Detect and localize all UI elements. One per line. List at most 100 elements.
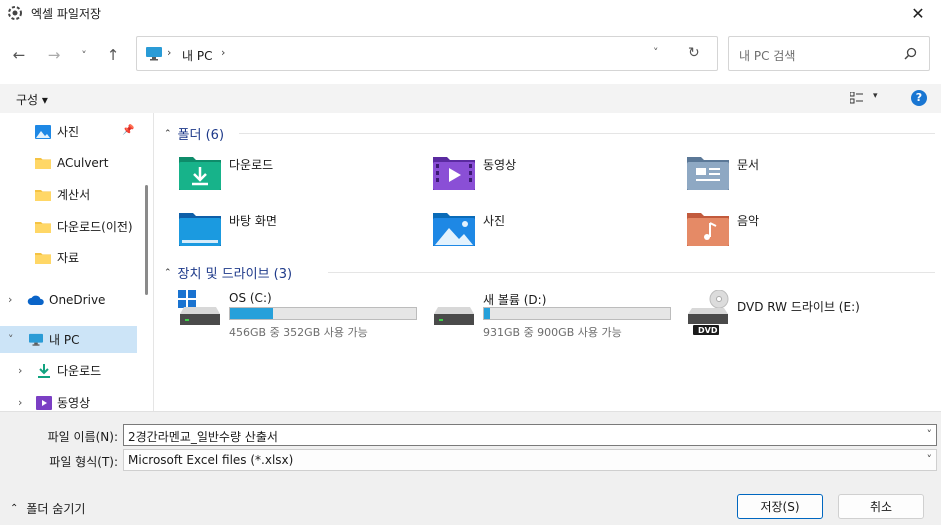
sidebar-item-label: 내 PC <box>49 333 80 347</box>
help-button[interactable]: ? <box>911 90 927 106</box>
drive-label: OS (C:) <box>229 291 272 305</box>
dvd-badge: DVD <box>698 326 718 335</box>
music-folder-icon <box>687 213 729 246</box>
save-form: 파일 이름(N): 2경간라멘교_일반수량 산출서 ˅ 파일 형식(T): Mi… <box>0 411 941 525</box>
videos-folder-icon <box>433 157 475 190</box>
sidebar-item-label: 자료 <box>57 251 80 265</box>
drive-c[interactable]: OS (C:) 456GB 중 352GB 사용 가능 <box>178 290 428 340</box>
forward-button[interactable]: → <box>43 44 65 66</box>
search-box[interactable]: 내 PC 검색 <box>728 36 930 71</box>
folder-tile-pictures[interactable]: 사진 <box>432 209 672 253</box>
address-bar[interactable]: › 내 PC › ˅ ↻ <box>136 36 718 71</box>
folder-icon <box>35 157 51 169</box>
chevron-down-icon[interactable]: ˅ <box>927 453 933 466</box>
drive-label: DVD RW 드라이브 (E:) <box>737 300 860 314</box>
view-dropdown-button[interactable]: ▾ <box>873 91 878 101</box>
folder-tile-documents[interactable]: 문서 <box>686 153 926 197</box>
pin-icon[interactable]: 📌 <box>122 125 134 136</box>
navigation-bar: ← → ˅ ↑ › 내 PC › ˅ ↻ 내 PC 검색 <box>0 36 941 74</box>
sidebar-item-pictures[interactable]: 사진 📌 <box>0 118 137 145</box>
sidebar-item-label: OneDrive <box>49 292 106 307</box>
folder-tile-downloads[interactable]: 다운로드 <box>178 153 418 197</box>
pictures-icon <box>35 124 51 139</box>
sidebar-item-downloads-old[interactable]: 다운로드(이전) <box>0 213 137 240</box>
expand-chevron-icon[interactable]: › <box>18 396 22 409</box>
folder-tile-videos[interactable]: 동영상 <box>432 153 672 197</box>
sidebar-item-label: 다운로드 <box>57 364 102 378</box>
window-title: 엑셀 파일저장 <box>31 7 102 21</box>
drive-usage-bar <box>229 307 417 320</box>
folder-icon <box>35 189 51 201</box>
filetype-value: Microsoft Excel files (*.xlsx) <box>128 453 294 467</box>
folder-label: 동영상 <box>483 158 517 172</box>
cloud-icon <box>27 295 44 305</box>
breadcrumb-separator[interactable]: › <box>221 46 225 59</box>
sidebar-scrollbar[interactable] <box>145 185 148 295</box>
drive-e[interactable]: DVD DVD RW 드라이브 (E:) <box>686 290 936 340</box>
content-pane: ⌃ 폴더 (6) 다운로드 동영상 문서 바탕 화면 사진 음악 ⌃ 장치 및 … <box>154 113 941 411</box>
drives-group-header[interactable]: ⌃ 장치 및 드라이브 (3) <box>164 263 292 282</box>
pc-icon <box>29 333 43 346</box>
sidebar-item-videos[interactable]: › 동영상 <box>0 389 137 411</box>
chevron-up-icon: ⌃ <box>10 503 19 514</box>
sidebar-item-materials[interactable]: 자료 <box>0 244 137 271</box>
sidebar-item-label: ACulvert <box>57 155 109 170</box>
video-icon <box>36 395 52 410</box>
cancel-button[interactable]: 취소 <box>838 494 924 519</box>
expand-chevron-icon[interactable]: › <box>8 293 12 306</box>
title-bar: 엑셀 파일저장 ✕ <box>0 0 941 26</box>
hide-folders-button[interactable]: ⌃ 폴더 숨기기 <box>10 500 85 517</box>
desktop-folder-icon <box>179 213 221 246</box>
recent-locations-button[interactable]: ˅ <box>73 44 95 66</box>
folder-label: 음악 <box>737 214 760 228</box>
view-options-icon[interactable] <box>850 92 864 104</box>
filename-label: 파일 이름(N): <box>47 430 118 444</box>
chevron-down-icon[interactable]: ˅ <box>927 428 933 441</box>
search-icon[interactable] <box>904 47 917 60</box>
organize-button[interactable]: 구성 ▾ <box>16 91 48 108</box>
breadcrumb-this-pc[interactable]: 내 PC <box>182 47 212 64</box>
address-dropdown-button[interactable]: ˅ <box>653 46 659 59</box>
sidebar-item-this-pc[interactable]: ˅ 내 PC <box>0 326 137 353</box>
sidebar-item-aculvert[interactable]: ACulvert <box>0 149 137 176</box>
up-button[interactable]: ↑ <box>102 44 124 66</box>
pictures-folder-icon <box>433 213 475 246</box>
filename-field[interactable]: 2경간라멘교_일반수량 산출서 ˅ <box>123 424 937 446</box>
collapse-chevron-icon[interactable]: ˅ <box>8 333 14 346</box>
windows-drive-icon <box>178 290 220 325</box>
sidebar-item-label: 다운로드(이전) <box>57 220 133 234</box>
drive-free-space: 931GB 중 900GB 사용 가능 <box>483 326 622 339</box>
drive-label: 새 볼륨 (D:) <box>483 293 547 307</box>
folder-label: 문서 <box>737 158 760 172</box>
drive-d[interactable]: 새 볼륨 (D:) 931GB 중 900GB 사용 가능 <box>432 290 682 340</box>
search-input[interactable]: 내 PC 검색 <box>739 47 795 64</box>
group-divider <box>328 272 935 273</box>
expand-chevron-icon[interactable]: › <box>18 364 22 377</box>
folder-icon <box>35 252 51 264</box>
drive-usage-fill <box>484 308 490 319</box>
drive-free-space: 456GB 중 352GB 사용 가능 <box>229 326 368 339</box>
download-icon <box>38 363 50 378</box>
sidebar-item-onedrive[interactable]: › OneDrive <box>0 286 137 313</box>
hard-drive-icon <box>434 307 474 325</box>
collapse-icon: ⌃ <box>164 128 172 139</box>
save-button[interactable]: 저장(S) <box>737 494 823 519</box>
refresh-button[interactable]: ↻ <box>688 45 700 61</box>
folder-tile-music[interactable]: 음악 <box>686 209 926 253</box>
filetype-label: 파일 형식(T): <box>49 455 118 469</box>
back-button[interactable]: ← <box>8 44 30 66</box>
folder-tile-desktop[interactable]: 바탕 화면 <box>178 209 418 253</box>
pc-icon <box>146 47 162 61</box>
close-button[interactable]: ✕ <box>895 0 941 26</box>
drives-group-title: 장치 및 드라이브 (3) <box>177 267 293 282</box>
folders-group-header[interactable]: ⌃ 폴더 (6) <box>164 124 224 143</box>
documents-folder-icon <box>687 157 729 190</box>
hide-folders-label: 폴더 숨기기 <box>26 502 86 516</box>
filename-value[interactable]: 2경간라멘교_일반수량 산출서 <box>128 428 278 445</box>
filetype-select[interactable]: Microsoft Excel files (*.xlsx) ˅ <box>123 449 937 471</box>
sidebar-item-invoices[interactable]: 계산서 <box>0 181 137 208</box>
collapse-icon: ⌃ <box>164 267 172 278</box>
drive-usage-fill <box>230 308 273 319</box>
breadcrumb-separator[interactable]: › <box>167 46 171 59</box>
sidebar-item-downloads[interactable]: › 다운로드 <box>0 357 137 384</box>
